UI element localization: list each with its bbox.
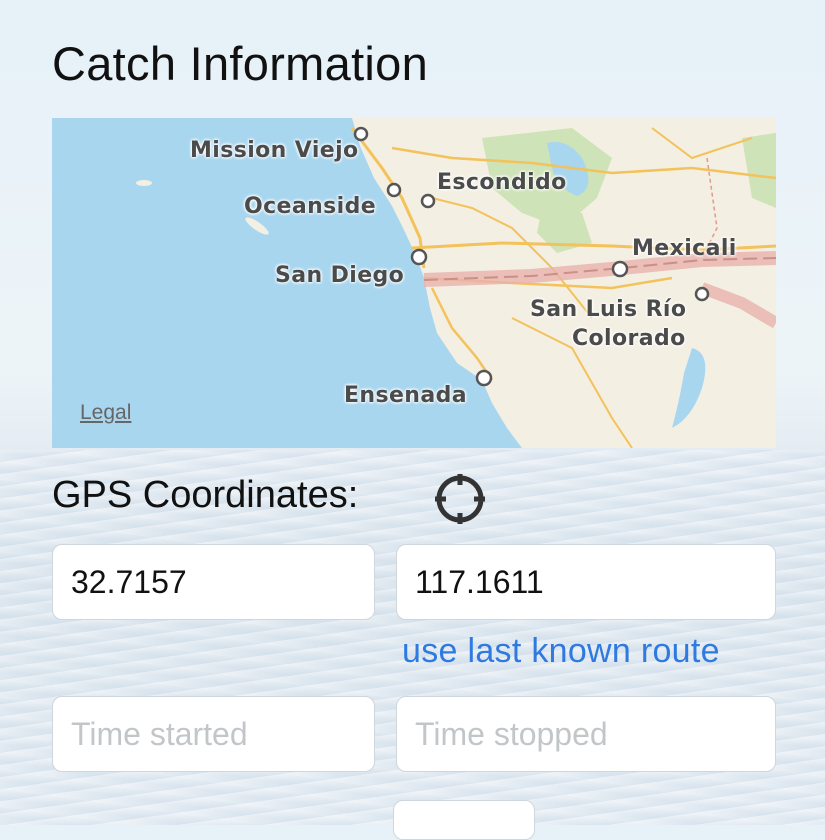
map-label-mexicali: Mexicali [632,236,737,261]
partial-input-field[interactable] [393,800,535,840]
longitude-field[interactable] [396,544,776,620]
map-label-san-diego: San Diego [275,263,405,288]
map-legal-link[interactable]: Legal [80,401,131,425]
gps-coordinates-label: GPS Coordinates: [52,474,359,516]
latitude-field[interactable] [52,544,375,620]
crosshair-icon[interactable] [433,472,487,526]
map-label-escondido: Escondido [437,170,567,195]
map-view[interactable]: Mission Viejo Oceanside Escondido San Di… [52,118,776,448]
page-title: Catch Information [52,37,429,90]
map-label-san-luis-line1: San Luis Río [530,297,687,322]
time-started-field[interactable] [52,696,375,772]
use-last-known-route-link[interactable]: use last known route [402,632,720,671]
map-label-mission-viejo: Mission Viejo [190,138,359,163]
map-label-ensenada: Ensenada [344,383,468,408]
map-label-oceanside: Oceanside [244,194,377,219]
time-stopped-field[interactable] [396,696,776,772]
map-label-san-luis-line2: Colorado [572,326,686,351]
